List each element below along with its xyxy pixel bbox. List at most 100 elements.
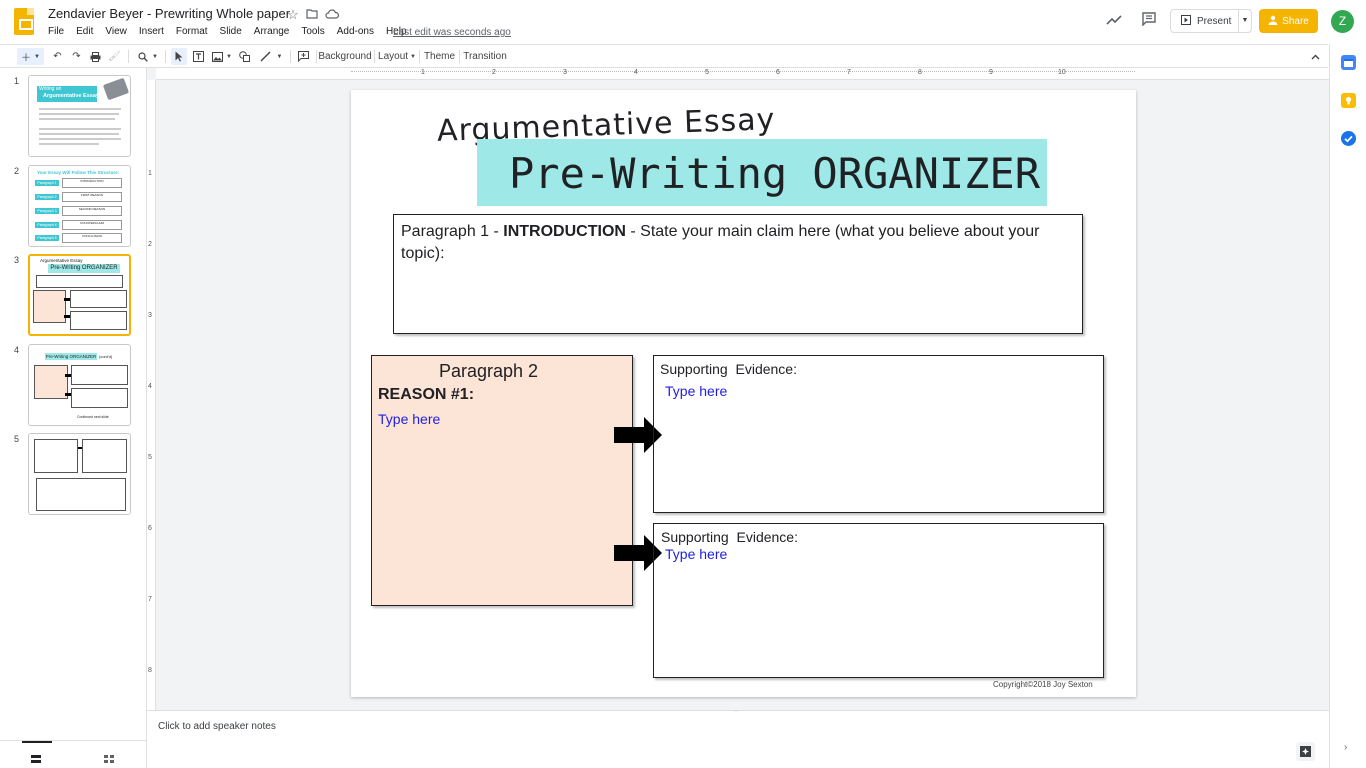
menu-insert[interactable]: Insert bbox=[133, 26, 170, 37]
slide-canvas[interactable]: Argumentative Essay Pre-Writing ORGANIZE… bbox=[351, 90, 1136, 697]
menu-add-ons[interactable]: Add-ons bbox=[331, 26, 380, 37]
thumb-row-label: Paragraph 1 bbox=[35, 180, 59, 186]
thumb-banner-suffix: (cont'd) bbox=[99, 354, 113, 359]
select-cursor-icon[interactable] bbox=[171, 48, 187, 65]
redo-icon[interactable]: ↷ bbox=[69, 48, 84, 65]
add-comment-icon[interactable] bbox=[296, 48, 311, 65]
copyright-text: Copyright©2018 Joy Sexton bbox=[993, 680, 1093, 689]
explore-icon[interactable] bbox=[1296, 742, 1315, 761]
comments-icon[interactable] bbox=[1139, 12, 1159, 30]
thumb-reason-box bbox=[34, 365, 68, 399]
collapse-toolbar-icon[interactable] bbox=[1308, 48, 1323, 65]
text-box-icon[interactable] bbox=[191, 48, 206, 65]
slides-logo-icon[interactable] bbox=[14, 8, 34, 35]
present-icon bbox=[1181, 14, 1191, 28]
slide-title: Pre-Writing ORGANIZER bbox=[509, 149, 1041, 198]
title-banner[interactable]: Pre-Writing ORGANIZER bbox=[477, 139, 1047, 206]
background-button[interactable]: Background bbox=[318, 48, 371, 65]
filmstrip-view-icon[interactable] bbox=[31, 750, 41, 768]
thumb-title-text: Writing an bbox=[39, 86, 62, 92]
share-button[interactable]: Share bbox=[1259, 9, 1318, 33]
thumb-text-line bbox=[39, 138, 121, 140]
slide-thumbnail-5[interactable] bbox=[28, 433, 131, 515]
thumb-arrow bbox=[65, 393, 71, 396]
slide-thumbnail-1[interactable]: Writing an Argumentative Essay bbox=[28, 75, 131, 157]
thumb-row-box: COUNTERCLAIM bbox=[62, 220, 122, 230]
present-label: Present bbox=[1197, 15, 1232, 27]
thumb-row-label: Paragraph 5 bbox=[35, 235, 59, 241]
thumb-intro-box bbox=[36, 275, 123, 288]
thumb-text-line bbox=[39, 133, 119, 135]
slide-number: 4 bbox=[14, 345, 20, 355]
slide-number: 5 bbox=[14, 434, 20, 444]
insert-image-icon[interactable]: ▼ bbox=[210, 48, 234, 65]
tasks-icon[interactable] bbox=[1341, 131, 1356, 146]
thumb-row-label: Paragraph 3 bbox=[35, 208, 59, 214]
thumb-title-text: Argumentative Essay bbox=[43, 93, 99, 99]
transition-button[interactable]: Transition bbox=[463, 48, 507, 65]
menu-tools[interactable]: Tools bbox=[295, 26, 330, 37]
ruler-number: 6 bbox=[148, 525, 152, 532]
paragraph-2-title: Paragraph 2 bbox=[439, 361, 539, 381]
zoom-icon[interactable]: ▼ bbox=[135, 48, 161, 65]
grid-view-icon[interactable] bbox=[104, 750, 114, 768]
slide-thumbnail-3[interactable]: Argumentative Essay Pre-Writing ORGANIZE… bbox=[28, 254, 131, 336]
toolbar-divider bbox=[459, 50, 460, 63]
thumb-row-box: FIRST REASON bbox=[62, 192, 122, 202]
thumb-text-line bbox=[39, 113, 119, 115]
reason-input[interactable]: Type here bbox=[378, 411, 440, 427]
menu-file[interactable]: File bbox=[42, 26, 70, 37]
thumb-arrow bbox=[78, 447, 82, 449]
present-button[interactable]: Present ▼ bbox=[1170, 9, 1252, 33]
ruler-number: 8 bbox=[918, 69, 922, 76]
activity-trend-icon[interactable] bbox=[1104, 12, 1124, 30]
horizontal-ruler: 1 2 3 4 5 6 7 8 9 10 bbox=[156, 68, 1329, 80]
evidence-box-2[interactable]: Supporting Evidence: Type here bbox=[653, 523, 1104, 678]
evidence-label: Supporting Evidence: bbox=[661, 529, 798, 545]
shape-icon[interactable] bbox=[237, 48, 252, 65]
thumb-row-box: INTRODUCTION bbox=[62, 178, 122, 188]
ruler-number: 10 bbox=[1058, 69, 1066, 76]
speaker-notes[interactable]: ⋯ Click to add speaker notes bbox=[147, 708, 1329, 768]
evidence-box-1[interactable]: Supporting Evidence: Type here bbox=[653, 355, 1104, 513]
menu-format[interactable]: Format bbox=[170, 26, 214, 37]
side-panel: › bbox=[1329, 44, 1366, 768]
cloud-status-icon[interactable] bbox=[324, 7, 340, 23]
slide-thumbnail-2[interactable]: Your Essay Will Follow This Structure: P… bbox=[28, 165, 131, 247]
calendar-icon[interactable] bbox=[1341, 55, 1356, 70]
undo-icon[interactable]: ↶ bbox=[50, 48, 65, 65]
menu-arrange[interactable]: Arrange bbox=[248, 26, 296, 37]
ruler-number: 3 bbox=[563, 69, 567, 76]
menu-view[interactable]: View bbox=[99, 26, 133, 37]
theme-button[interactable]: Theme bbox=[424, 48, 455, 65]
toolbar-divider bbox=[290, 50, 291, 63]
keep-icon[interactable] bbox=[1341, 93, 1356, 108]
menu-slide[interactable]: Slide bbox=[214, 26, 248, 37]
thumb-text-line bbox=[39, 143, 99, 145]
layout-button[interactable]: Layout ▼ bbox=[378, 48, 416, 65]
expand-panel-icon[interactable]: › bbox=[1344, 742, 1347, 753]
new-slide-button[interactable]: ＋ ▼ bbox=[17, 48, 44, 65]
paint-format-icon[interactable]: 🖌 bbox=[107, 48, 122, 65]
account-avatar[interactable]: Z bbox=[1331, 10, 1354, 33]
slide-thumbnail-4[interactable]: Pre-Writing ORGANIZER (cont'd) Continued… bbox=[28, 344, 131, 426]
present-dropdown-icon[interactable]: ▼ bbox=[1238, 10, 1251, 32]
document-title[interactable]: Zendavier Beyer - Prewriting Whole paper bbox=[48, 6, 290, 21]
intro-bold: INTRODUCTION bbox=[503, 223, 626, 240]
thumb-row-label: Paragraph 4 bbox=[35, 222, 59, 228]
ruler-number: 1 bbox=[421, 69, 425, 76]
line-icon[interactable]: ▼ bbox=[257, 48, 285, 65]
intro-box[interactable]: Paragraph 1 - INTRODUCTION - State your … bbox=[393, 214, 1083, 334]
reason-box[interactable]: Paragraph 2 REASON #1: Type here bbox=[371, 355, 633, 606]
move-folder-icon[interactable] bbox=[304, 7, 320, 23]
resize-handle-icon[interactable]: ⋯ bbox=[733, 708, 739, 715]
evidence-input[interactable]: Type here bbox=[665, 383, 727, 399]
star-icon[interactable]: ☆ bbox=[285, 7, 301, 23]
ruler-number: 2 bbox=[148, 241, 152, 248]
last-edit-link[interactable]: Last edit was seconds ago bbox=[393, 27, 511, 38]
menu-edit[interactable]: Edit bbox=[70, 26, 99, 37]
speaker-notes-placeholder[interactable]: Click to add speaker notes bbox=[158, 721, 276, 732]
evidence-input[interactable]: Type here bbox=[665, 546, 727, 562]
thumb-banner: Pre-Writing ORGANIZER bbox=[48, 264, 120, 273]
print-icon[interactable] bbox=[88, 48, 103, 65]
